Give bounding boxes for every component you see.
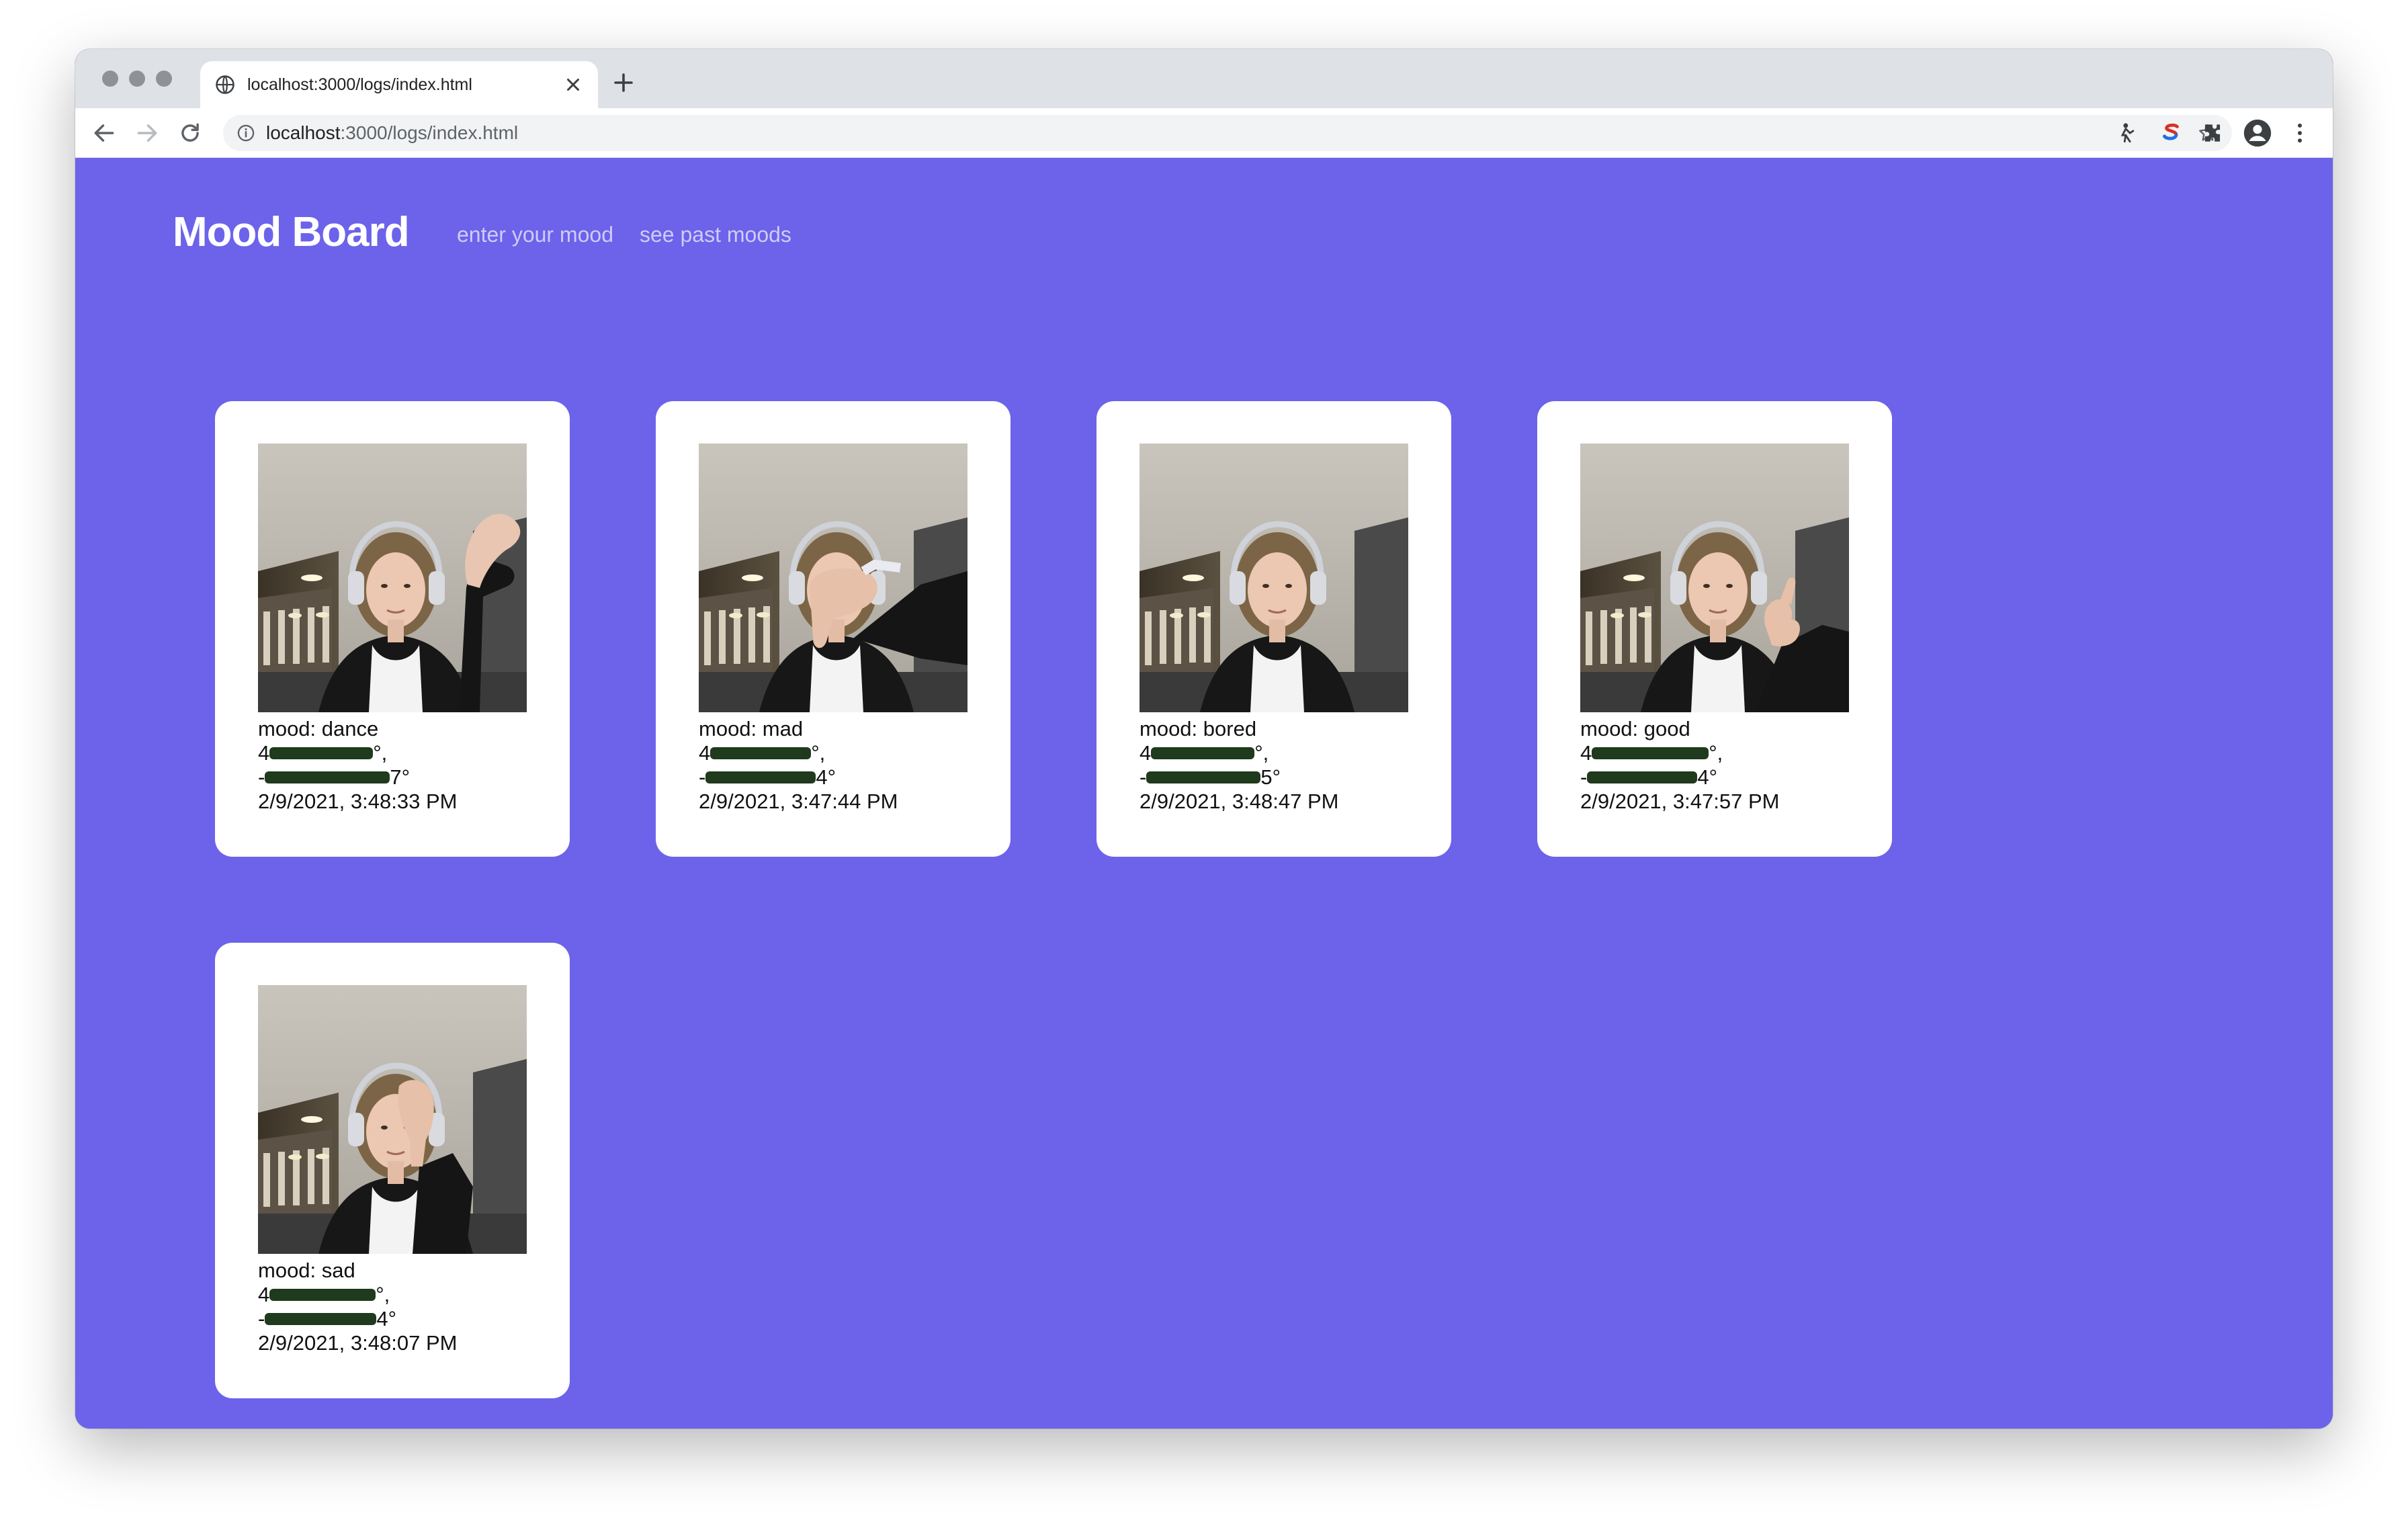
redaction-bar — [269, 747, 374, 759]
profile-avatar-icon[interactable] — [2243, 118, 2272, 148]
redaction-bar — [265, 771, 390, 783]
site-title[interactable]: Mood Board — [173, 208, 410, 256]
close-tab-icon[interactable] — [563, 75, 583, 95]
close-window-button[interactable] — [102, 71, 118, 87]
reload-icon[interactable] — [177, 120, 203, 146]
minimize-window-button[interactable] — [129, 71, 145, 87]
mood-details: mood: bored 4 °, -5° 2/9/2021, 3:48:47 PM — [1140, 717, 1435, 814]
mood-details: mood: mad 4 °, -4° 2/9/2021, 3:47:44 PM — [699, 717, 994, 814]
page-content: Mood Board enter your mood see past mood… — [75, 158, 2333, 1429]
mood-label: mood: mad — [699, 717, 804, 740]
longitude: -4° — [1580, 765, 1717, 789]
mood-photo — [1140, 443, 1408, 712]
redaction-bar — [269, 1288, 376, 1301]
mood-photo — [1580, 443, 1849, 712]
mood-timestamp: 2/9/2021, 3:48:07 PM — [258, 1331, 458, 1355]
extensions-puzzle-icon[interactable] — [2200, 120, 2225, 146]
mood-details: mood: sad 4 °, -4° 2/9/2021, 3:48:07 PM — [258, 1259, 554, 1355]
mood-label: mood: good — [1580, 717, 1690, 740]
longitude: -5° — [1140, 765, 1281, 789]
mood-details: mood: good 4 °, -4° 2/9/2021, 3:47:57 PM — [1580, 717, 1876, 814]
redaction-bar — [705, 771, 816, 783]
browser-window: localhost:3000/logs/index.html localhost… — [75, 49, 2333, 1429]
mood-card: mood: sad 4 °, -4° 2/9/2021, 3:48:07 PM — [215, 943, 570, 1398]
mood-timestamp: 2/9/2021, 3:48:47 PM — [1140, 790, 1339, 813]
latitude: 4 °, — [699, 741, 826, 765]
browser-toolbar: localhost:3000/logs/index.html — [75, 108, 2333, 158]
mood-card: mood: mad 4 °, -4° 2/9/2021, 3:47:44 PM — [656, 401, 1010, 857]
longitude: -4° — [258, 1307, 396, 1330]
address-bar[interactable]: localhost:3000/logs/index.html — [223, 115, 2232, 151]
zoom-window-button[interactable] — [156, 71, 172, 87]
redaction-bar — [265, 1312, 377, 1325]
latitude: 4 °, — [1140, 741, 1269, 765]
longitude: -4° — [699, 765, 836, 789]
latitude: 4 °, — [258, 741, 388, 765]
mood-details: mood: dance 4 °, -7° 2/9/2021, 3:48:33 PM — [258, 717, 554, 814]
mood-card: mood: good 4 °, -4° 2/9/2021, 3:47:57 PM — [1537, 401, 1892, 857]
forward-arrow-icon[interactable] — [134, 120, 160, 146]
redaction-bar — [1587, 771, 1698, 783]
redaction-bar — [1146, 771, 1261, 783]
nav-link-enter-mood[interactable]: enter your mood — [457, 222, 613, 247]
new-tab-icon[interactable] — [611, 71, 636, 95]
mood-label: mood: dance — [258, 717, 379, 740]
mood-photo — [258, 443, 527, 712]
mood-label: mood: bored — [1140, 717, 1257, 740]
globe-icon — [216, 75, 234, 94]
mood-photo — [699, 443, 968, 712]
redaction-bar — [1151, 747, 1255, 759]
more-menu-icon[interactable] — [2287, 120, 2313, 146]
extension-figure-icon[interactable] — [2115, 120, 2141, 146]
mood-card: mood: bored 4 °, -5° 2/9/2021, 3:48:47 PM — [1096, 401, 1451, 857]
mood-timestamp: 2/9/2021, 3:48:33 PM — [258, 790, 458, 813]
info-icon[interactable] — [236, 124, 255, 142]
longitude: -7° — [258, 765, 410, 789]
mood-timestamp: 2/9/2021, 3:47:57 PM — [1580, 790, 1780, 813]
mood-timestamp: 2/9/2021, 3:47:44 PM — [699, 790, 898, 813]
url-host: localhost — [266, 122, 341, 143]
extension-s-icon[interactable] — [2158, 120, 2184, 146]
mood-card: mood: dance 4 °, -7° 2/9/2021, 3:48:33 PM — [215, 401, 570, 857]
tab-strip: localhost:3000/logs/index.html — [75, 49, 2333, 108]
url-text[interactable]: localhost:3000/logs/index.html — [266, 123, 518, 143]
browser-tab[interactable]: localhost:3000/logs/index.html — [200, 61, 598, 108]
tab-title: localhost:3000/logs/index.html — [247, 75, 472, 94]
nav-link-past-moods[interactable]: see past moods — [640, 222, 791, 247]
latitude: 4 °, — [258, 1283, 390, 1306]
mood-label: mood: sad — [258, 1259, 355, 1282]
mood-photo — [258, 985, 527, 1254]
redaction-bar — [1592, 747, 1709, 759]
back-arrow-icon[interactable] — [91, 120, 117, 146]
url-path: :3000/logs/index.html — [340, 122, 519, 143]
redaction-bar — [710, 747, 812, 759]
latitude: 4 °, — [1580, 741, 1723, 765]
